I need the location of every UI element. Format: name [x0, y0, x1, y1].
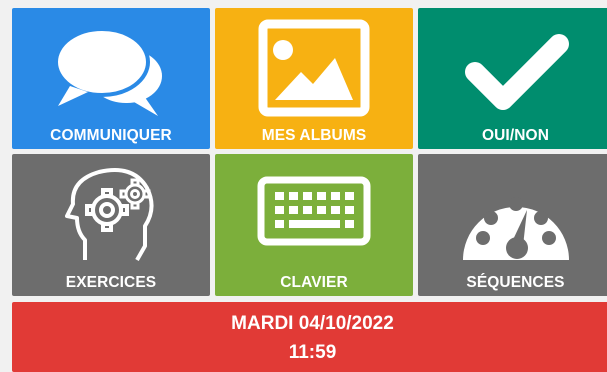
- tile-exercices[interactable]: EXERCICES: [12, 154, 210, 296]
- tile-oui-non[interactable]: OUI/NON: [418, 8, 607, 149]
- tile-label: CLAVIER: [280, 274, 348, 291]
- date-time-banner: MARDI 04/10/2022 11:59: [12, 302, 607, 372]
- head-gears-icon: [65, 168, 154, 261]
- tile-label: OUI/NON: [481, 127, 549, 144]
- tile-label: COMMUNIQUER: [50, 127, 172, 144]
- checkmark-icon: [464, 34, 569, 110]
- tile-label: SÉQUENCES: [466, 274, 565, 291]
- current-time: 11:59: [288, 342, 337, 363]
- tile-sequences[interactable]: SÉQUENCES: [418, 154, 607, 296]
- speedometer-icon: [462, 197, 569, 260]
- image-album-icon: [258, 19, 370, 117]
- tile-clavier[interactable]: CLAVIER: [215, 154, 413, 296]
- tile-communiquer[interactable]: COMMUNIQUER: [12, 8, 210, 149]
- keyboard-icon: [257, 176, 371, 246]
- tile-label: MES ALBUMS: [261, 127, 367, 144]
- current-date: MARDI 04/10/2022: [231, 313, 394, 334]
- tile-label: EXERCICES: [65, 274, 157, 291]
- speech-bubbles-icon: [54, 27, 162, 116]
- tile-mes-albums[interactable]: MES ALBUMS: [215, 8, 413, 149]
